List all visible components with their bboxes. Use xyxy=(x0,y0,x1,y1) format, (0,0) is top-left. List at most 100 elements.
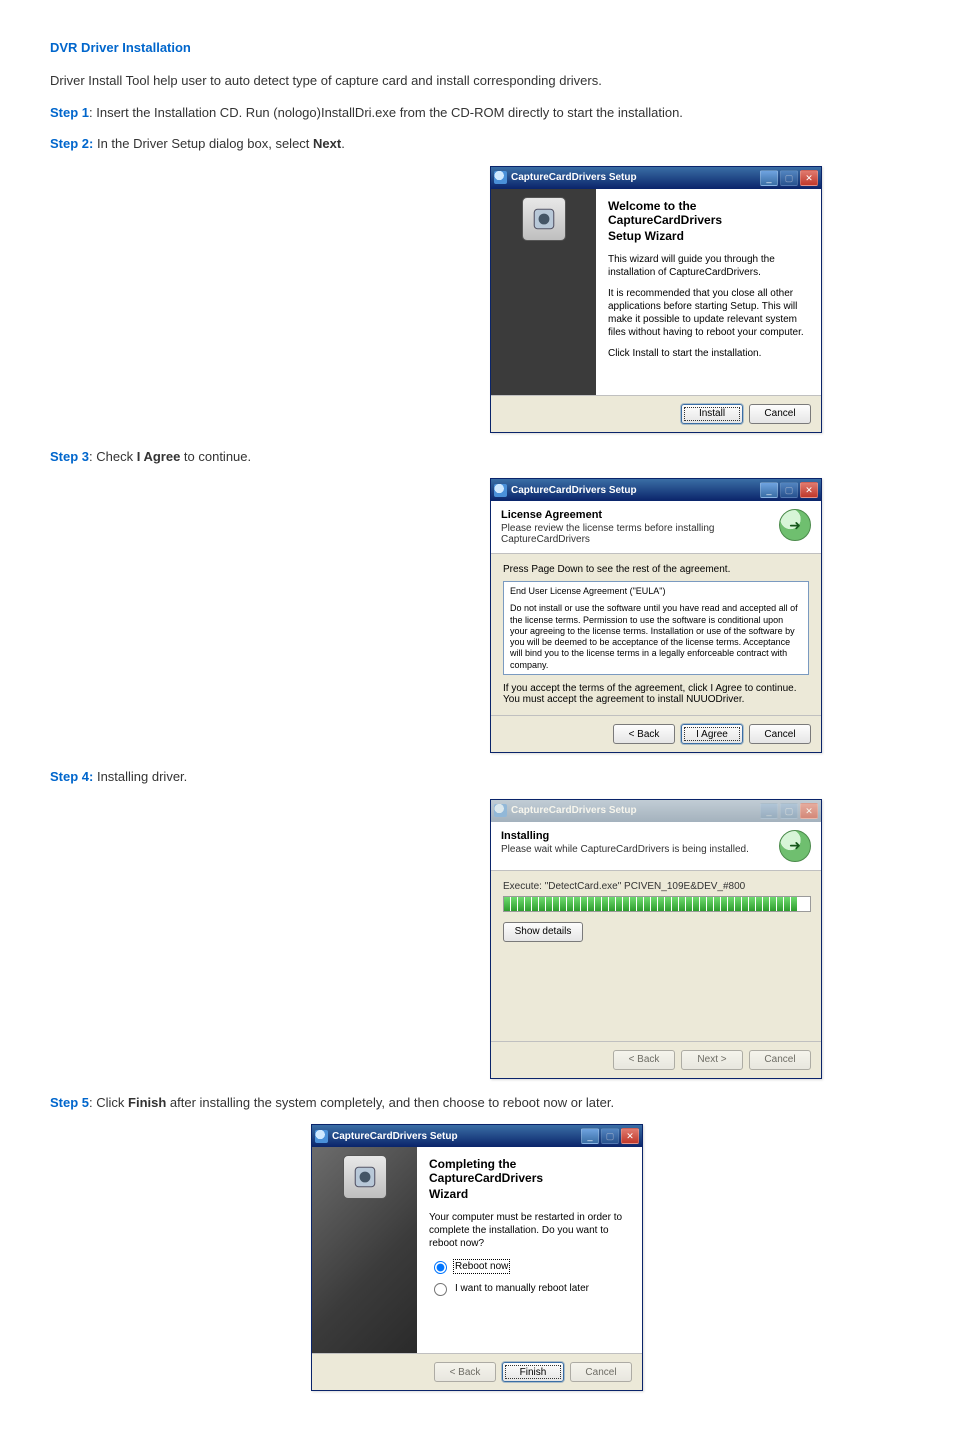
license-title: CaptureCardDrivers Setup xyxy=(511,485,758,496)
finish-p1: Your computer must be restarted in order… xyxy=(429,1211,630,1250)
installing-titlebar: CaptureCardDrivers Setup _ ▢ ✕ xyxy=(491,800,821,822)
cancel-button: Cancel xyxy=(570,1362,632,1382)
page-title: DVR Driver Installation xyxy=(50,40,904,55)
finish-titlebar[interactable]: CaptureCardDrivers Setup _ ▢ ✕ xyxy=(312,1125,642,1147)
step-1-text: : Insert the Installation CD. Run (nolog… xyxy=(89,105,683,120)
installer-logo-icon xyxy=(343,1155,387,1199)
maximize-icon: ▢ xyxy=(780,482,798,498)
back-button: < Back xyxy=(434,1362,496,1382)
install-button[interactable]: Install xyxy=(681,404,743,424)
finish-heading-1: Completing the CaptureCardDrivers xyxy=(429,1157,630,1185)
step-4-text: Installing driver. xyxy=(93,769,187,784)
welcome-p1: This wizard will guide you through the i… xyxy=(608,253,809,279)
welcome-dialog: CaptureCardDrivers Setup _ ▢ ✕ Welcome t… xyxy=(490,166,822,433)
step-2: Step 2: In the Driver Setup dialog box, … xyxy=(50,134,904,154)
welcome-content: Welcome to the CaptureCardDrivers Setup … xyxy=(596,189,821,395)
license-header-title: License Agreement xyxy=(501,509,779,521)
close-icon[interactable]: ✕ xyxy=(800,482,818,498)
installing-title: CaptureCardDrivers Setup xyxy=(511,805,758,816)
progress-bar xyxy=(503,896,811,912)
maximize-icon: ▢ xyxy=(780,803,798,819)
finish-heading-2: Wizard xyxy=(429,1187,630,1201)
cancel-button: Cancel xyxy=(749,1050,811,1070)
finish-side-panel xyxy=(312,1147,417,1353)
finish-content: Completing the CaptureCardDrivers Wizard… xyxy=(417,1147,642,1353)
maximize-icon: ▢ xyxy=(601,1128,619,1144)
step-4: Step 4: Installing driver. xyxy=(50,767,904,787)
finish-button-row: < Back Finish Cancel xyxy=(312,1353,642,1390)
finish-dialog: CaptureCardDrivers Setup _ ▢ ✕ Completin… xyxy=(311,1124,643,1391)
step-5-bold: Finish xyxy=(128,1095,166,1110)
finish-title: CaptureCardDrivers Setup xyxy=(332,1131,579,1142)
finish-button[interactable]: Finish xyxy=(502,1362,564,1382)
cancel-button[interactable]: Cancel xyxy=(749,404,811,424)
minimize-icon[interactable]: _ xyxy=(760,170,778,186)
intro-paragraph: Driver Install Tool help user to auto de… xyxy=(50,71,904,91)
eula-title: End User License Agreement ("EULA") xyxy=(510,586,802,597)
welcome-button-row: Install Cancel xyxy=(491,395,821,432)
step-5-text-a: : Click xyxy=(89,1095,128,1110)
welcome-p2: It is recommended that you close all oth… xyxy=(608,287,809,339)
step-1: Step 1: Insert the Installation CD. Run … xyxy=(50,103,904,123)
step-5-label: Step 5 xyxy=(50,1095,89,1110)
close-icon[interactable]: ✕ xyxy=(800,803,818,819)
minimize-icon: _ xyxy=(760,803,778,819)
step-2-bold: Next xyxy=(313,136,341,151)
back-button[interactable]: < Back xyxy=(613,724,675,744)
app-icon xyxy=(494,804,507,817)
reboot-now-radio[interactable] xyxy=(434,1261,447,1274)
minimize-icon[interactable]: _ xyxy=(760,482,778,498)
reboot-later-row[interactable]: I want to manually reboot later xyxy=(429,1280,630,1296)
installing-dialog: CaptureCardDrivers Setup _ ▢ ✕ Installin… xyxy=(490,799,822,1079)
step-3-text-b: to continue. xyxy=(180,449,251,464)
installer-logo-icon xyxy=(522,197,566,241)
maximize-icon: ▢ xyxy=(780,170,798,186)
reboot-later-label: I want to manually reboot later xyxy=(455,1283,589,1294)
close-icon[interactable]: ✕ xyxy=(621,1128,639,1144)
license-accept-text: If you accept the terms of the agreement… xyxy=(503,683,809,705)
eula-p1: Do not install or use the software until… xyxy=(510,603,802,671)
welcome-title: CaptureCardDrivers Setup xyxy=(511,172,758,183)
cancel-button[interactable]: Cancel xyxy=(749,724,811,744)
app-icon xyxy=(315,1130,328,1143)
show-details-button[interactable]: Show details xyxy=(503,922,583,942)
license-hint: Press Page Down to see the rest of the a… xyxy=(503,564,809,575)
next-button: Next > xyxy=(681,1050,743,1070)
app-icon xyxy=(494,484,507,497)
step-2-text-b: . xyxy=(341,136,345,151)
step-5: Step 5: Click Finish after installing th… xyxy=(50,1093,904,1113)
step-3: Step 3: Check I Agree to continue. xyxy=(50,447,904,467)
license-dialog: CaptureCardDrivers Setup _ ▢ ✕ License A… xyxy=(490,478,822,753)
step-2-label: Step 2: xyxy=(50,136,93,151)
installing-execute-line: Execute: "DetectCard.exe" PCIVEN_109E&DE… xyxy=(503,881,809,892)
welcome-heading-1: Welcome to the CaptureCardDrivers xyxy=(608,199,809,227)
reboot-later-radio[interactable] xyxy=(434,1283,447,1296)
license-header-sub: Please review the license terms before i… xyxy=(501,523,779,545)
reboot-now-label: Reboot now xyxy=(455,1261,508,1272)
step-3-label: Step 3 xyxy=(50,449,89,464)
close-icon[interactable]: ✕ xyxy=(800,170,818,186)
installing-header: Installing Please wait while CaptureCard… xyxy=(491,822,821,871)
welcome-titlebar[interactable]: CaptureCardDrivers Setup _ ▢ ✕ xyxy=(491,167,821,189)
installing-button-row: < Back Next > Cancel xyxy=(491,1041,821,1078)
step-2-text-a: In the Driver Setup dialog box, select xyxy=(93,136,313,151)
license-button-row: < Back I Agree Cancel xyxy=(491,715,821,752)
arrow-disc-icon xyxy=(779,509,811,541)
back-button: < Back xyxy=(613,1050,675,1070)
license-titlebar[interactable]: CaptureCardDrivers Setup _ ▢ ✕ xyxy=(491,479,821,501)
installing-header-sub: Please wait while CaptureCardDrivers is … xyxy=(501,844,779,855)
step-3-text-a: : Check xyxy=(89,449,137,464)
welcome-p3: Click Install to start the installation. xyxy=(608,347,809,360)
license-textbox[interactable]: End User License Agreement ("EULA") Do n… xyxy=(503,581,809,675)
welcome-heading-2: Setup Wizard xyxy=(608,229,809,243)
step-1-label: Step 1 xyxy=(50,105,89,120)
app-icon xyxy=(494,171,507,184)
reboot-now-row[interactable]: Reboot now xyxy=(429,1258,630,1274)
step-5-text-b: after installing the system completely, … xyxy=(166,1095,614,1110)
minimize-icon[interactable]: _ xyxy=(581,1128,599,1144)
license-header: License Agreement Please review the lice… xyxy=(491,501,821,554)
arrow-disc-icon xyxy=(779,830,811,862)
step-3-bold: I Agree xyxy=(137,449,181,464)
step-4-label: Step 4: xyxy=(50,769,93,784)
iagree-button[interactable]: I Agree xyxy=(681,724,743,744)
